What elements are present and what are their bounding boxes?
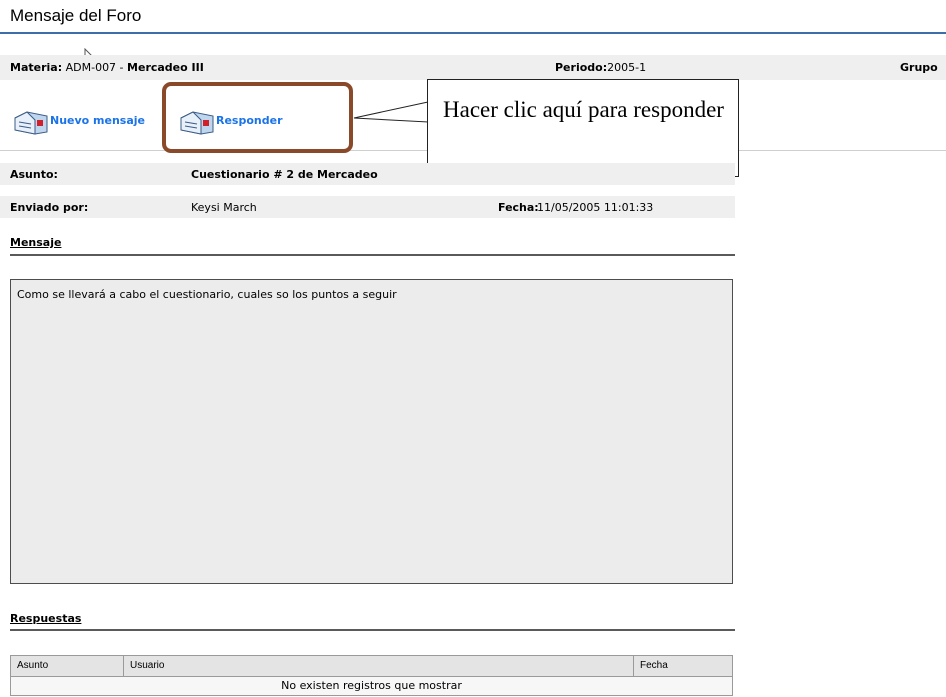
replies-section-divider (10, 629, 735, 631)
reply-highlight-box (162, 82, 353, 153)
callout-pointer (353, 101, 429, 123)
subject-value: Cuestionario # 2 de Mercadeo (191, 168, 378, 181)
replies-table-header: Asunto Usuario Fecha (11, 656, 732, 677)
subject-row: Asunto: Cuestionario # 2 de Mercadeo (0, 163, 735, 185)
grupo-label: Grupo (900, 61, 938, 74)
title-divider (0, 32, 946, 34)
replies-table: Asunto Usuario Fecha No existen registro… (10, 655, 733, 696)
period-info: Periodo:2005-1 (555, 61, 646, 74)
materia-name: Mercadeo III (127, 61, 204, 74)
materia-code: ADM-007 - (65, 61, 128, 74)
course-info: Materia: ADM-007 - Mercadeo III (10, 61, 204, 74)
column-header-usuario[interactable]: Usuario (124, 656, 634, 676)
periodo-label: Periodo: (555, 61, 608, 74)
sender-label: Enviado por: (10, 201, 89, 214)
sender-value: Keysi March (191, 201, 257, 214)
new-message-icon[interactable] (13, 108, 49, 136)
page-title: Mensaje del Foro (10, 6, 142, 25)
column-header-asunto[interactable]: Asunto (11, 656, 124, 676)
message-section-title: Mensaje (10, 236, 62, 249)
column-header-fecha[interactable]: Fecha (634, 656, 732, 676)
empty-table-message: No existen registros que mostrar (11, 677, 732, 695)
new-message-link[interactable]: Nuevo mensaje (50, 114, 145, 127)
date-label: Fecha: (498, 201, 539, 214)
message-section-divider (10, 254, 735, 256)
materia-label: Materia: (10, 61, 63, 74)
course-info-bar: Materia: ADM-007 - Mercadeo III Periodo:… (0, 55, 946, 80)
subject-label: Asunto: (10, 168, 58, 181)
sender-row: Enviado por: Keysi March Fecha: 11/05/20… (0, 196, 735, 218)
periodo-value: 2005-1 (607, 61, 647, 74)
message-body: Como se llevará a cabo el cuestionario, … (10, 279, 733, 584)
replies-section-title: Respuestas (10, 612, 82, 625)
date-value: 11/05/2005 11:01:33 (537, 201, 654, 214)
